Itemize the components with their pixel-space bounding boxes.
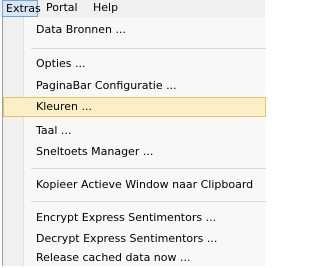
menu-item-opties[interactable]: Opties ... xyxy=(3,54,266,74)
menu-item-taal[interactable]: Taal ... xyxy=(3,121,266,141)
menu-item-release-cached-data[interactable]: Release cached data now ... xyxy=(3,248,266,268)
menu-item-label: Kopieer Actieve Window naar Clipboard xyxy=(36,178,254,191)
menu-item-label: Sneltoets Manager ... xyxy=(36,145,154,158)
menu-bar: Extras Portal Help xyxy=(0,0,265,17)
menu-item-kleuren[interactable]: Kleuren ... xyxy=(3,97,266,117)
menu-item-label: PaginaBar Configuratie ... xyxy=(36,79,177,92)
menu-separator xyxy=(31,48,266,49)
menubar-extras[interactable]: Extras xyxy=(2,0,41,17)
menu-item-label: Taal ... xyxy=(36,124,72,137)
menu-separator xyxy=(31,201,266,202)
menu-item-label: Encrypt Express Sentimentors ... xyxy=(36,211,217,224)
extras-dropdown-menu: Data Bronnen ... Opties ... PaginaBar Co… xyxy=(2,17,266,268)
menu-item-kopieer-actieve-window[interactable]: Kopieer Actieve Window naar Clipboard xyxy=(3,175,266,195)
menu-item-label: Kleuren ... xyxy=(36,100,93,113)
menu-item-label: Data Bronnen ... xyxy=(36,23,126,36)
menu-item-encrypt-express-sentimentors[interactable]: Encrypt Express Sentimentors ... xyxy=(3,208,266,228)
menu-item-sneltoets-manager[interactable]: Sneltoets Manager ... xyxy=(3,142,266,162)
menubar-help[interactable]: Help xyxy=(93,0,123,17)
menu-item-label: Release cached data now ... xyxy=(36,251,191,264)
menu-item-label: Decrypt Express Sentimentors ... xyxy=(36,232,218,245)
menubar-portal[interactable]: Portal xyxy=(43,0,83,17)
menu-separator xyxy=(31,168,266,169)
menu-item-label: Opties ... xyxy=(36,57,86,70)
menu-item-data-bronnen[interactable]: Data Bronnen ... xyxy=(3,20,266,40)
menu-item-paginabar-configuratie[interactable]: PaginaBar Configuratie ... xyxy=(3,76,266,96)
menu-item-decrypt-express-sentimentors[interactable]: Decrypt Express Sentimentors ... xyxy=(3,229,266,249)
